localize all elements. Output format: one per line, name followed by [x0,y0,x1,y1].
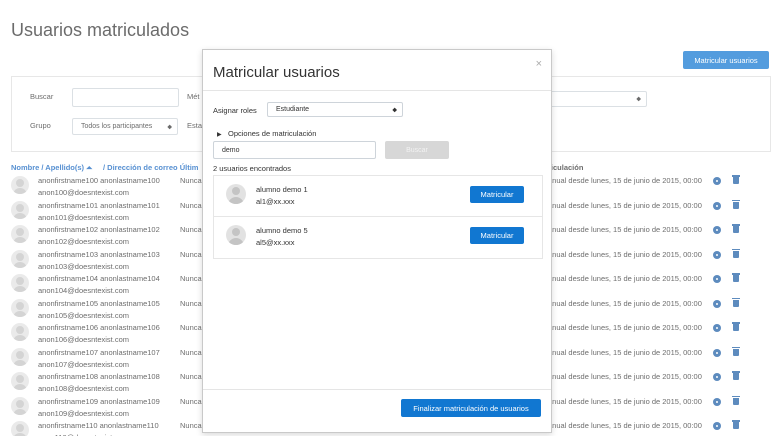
enrolled-users-page: Usuarios matriculados Matricular usuario… [0,0,781,436]
dialog-footer-divider [203,389,551,390]
search-button[interactable]: Buscar [385,141,449,159]
list-item: alumno demo 1 al1@xx.xxx Matricular [214,176,542,217]
result-name: alumno demo 1 [256,185,308,194]
enrol-options-toggle[interactable]: Opciones de matriculación [228,129,316,138]
finish-enrolling-button[interactable]: Finalizar matriculación de usuarios [401,399,541,417]
dialog-divider [203,90,551,91]
user-search-value: demo [222,146,240,154]
dialog-title: Matricular usuarios [213,64,340,81]
result-name: alumno demo 5 [256,226,308,235]
user-search-input[interactable]: demo [213,141,376,159]
enrol-button[interactable]: Matricular [470,227,524,244]
expand-triangle-icon[interactable]: ▶ [217,131,222,138]
list-item: alumno demo 5 al5@xx.xxx Matricular [214,217,542,257]
user-avatar-icon [226,225,246,245]
role-select[interactable]: Estudiante ◆ [267,102,403,117]
close-icon[interactable]: × [536,58,542,70]
users-found-text: 2 usuarios encontrados [213,164,291,173]
role-select-value: Estudiante [276,106,310,113]
result-email: al5@xx.xxx [256,238,295,247]
assign-roles-label: Asignar roles [213,106,257,115]
enrol-users-dialog: Matricular usuarios × Asignar roles Estu… [202,49,552,433]
caret-down-icon: ◆ [392,107,397,113]
user-avatar-icon [226,184,246,204]
enrol-button[interactable]: Matricular [470,186,524,203]
search-results-list: alumno demo 1 al1@xx.xxx Matricular alum… [213,175,543,259]
result-email: al1@xx.xxx [256,197,295,206]
